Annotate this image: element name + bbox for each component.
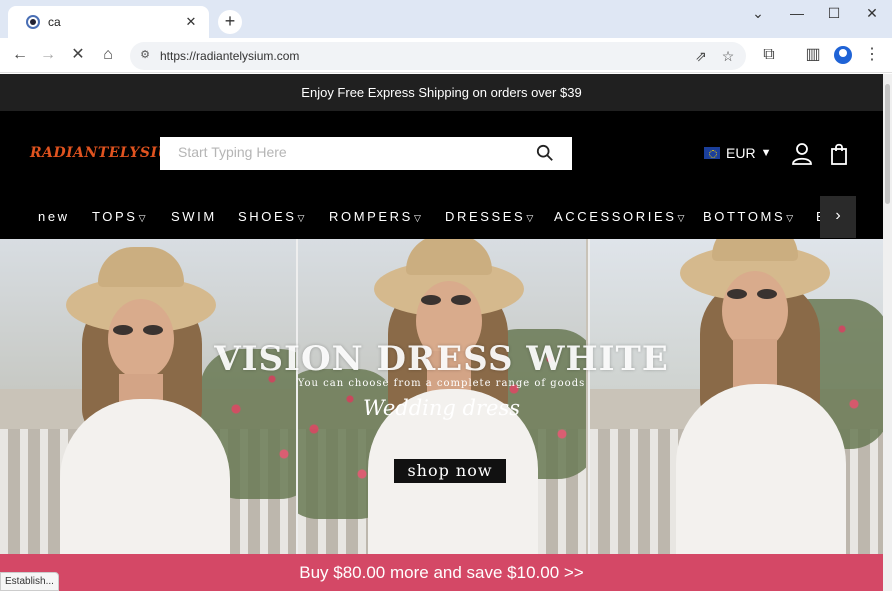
chevron-down-icon: ▽ [297,213,305,223]
tab-search-chevron-icon[interactable]: ⌄ [746,4,770,24]
main-navigation: new TOPS▽ SWIM SHOES▽ ROMPERS▽ DRESSES▽ … [0,194,883,239]
shop-now-button[interactable]: shop now [394,459,506,483]
maximize-button[interactable]: ☐ [822,4,846,24]
chevron-down-icon: ▽ [138,213,146,223]
address-bar[interactable]: ⚙ https://radiantelysium.com ⇗ ☆ [130,42,746,70]
nav-item-new[interactable]: new [38,209,70,224]
promo-banner[interactable]: Buy $80.00 more and save $10.00 >> [0,554,883,591]
account-icon[interactable] [792,143,812,165]
new-tab-button[interactable]: + [218,10,242,34]
hero-script-text: Wedding dress [362,396,520,420]
nav-item-shoes[interactable]: SHOES▽ [238,209,304,224]
minimize-button[interactable]: — [785,4,809,24]
nav-item-rompers[interactable]: ROMPERS▽ [329,209,421,224]
url-text[interactable]: https://radiantelysium.com [160,49,299,63]
forward-arrow-icon[interactable]: → [36,44,60,66]
tab-close-icon[interactable]: ✕ [183,14,199,30]
nav-label: SHOES [238,209,297,224]
stop-loading-icon[interactable]: ✕ [66,44,90,66]
share-icon[interactable]: ⇗ [692,47,710,65]
chevron-down-icon: ▽ [413,213,421,223]
site-favicon-icon [26,15,40,29]
site-header: RADIANTELYSIUM EUR ▼ [0,111,883,194]
chevron-right-icon: › [835,207,841,224]
nav-label: new [38,209,70,224]
shopping-bag-icon[interactable] [829,143,849,165]
hero-text-block: VISION DRESS WHITE [0,339,883,379]
currency-label: EUR [726,145,756,161]
browser-tab[interactable]: ca ✕ [8,6,209,38]
chevron-down-icon: ▼ [760,147,772,159]
scrollbar-thumb[interactable] [885,84,890,204]
nav-item-accessories[interactable]: ACCESSORIES▽ [554,209,684,224]
side-panel-icon[interactable]: ▥ [801,44,825,66]
hero-title: VISION DRESS WHITE [214,339,669,379]
page-scrollbar[interactable] [883,74,892,591]
currency-selector[interactable]: EUR ▼ [704,145,771,161]
nav-label: SWIM [171,209,217,224]
back-arrow-icon[interactable]: ← [8,44,32,66]
search-icon[interactable] [536,144,554,162]
eu-flag-icon [704,147,720,159]
nav-item-tops[interactable]: TOPS▽ [92,209,145,224]
nav-item-dresses[interactable]: DRESSES▽ [445,209,533,224]
nav-label: DRESSES [445,209,526,224]
chevron-down-icon: ▽ [677,213,685,223]
tab-title: ca [48,15,61,29]
nav-scroll-right-button[interactable]: › [820,196,856,238]
nav-item-bottoms[interactable]: BOTTOMS▽ [703,209,793,224]
site-info-icon[interactable]: ⚙ [138,48,152,62]
web-page: Enjoy Free Express Shipping on orders ov… [0,74,883,591]
profile-avatar[interactable] [834,46,852,64]
chevron-down-icon: ▽ [526,213,534,223]
window-close-button[interactable]: ✕ [860,4,884,24]
nav-label: ROMPERS [329,209,413,224]
browser-toolbar: ← → ✕ ⌂ ⚙ https://radiantelysium.com ⇗ ☆… [0,38,892,73]
browser-menu-icon[interactable]: ⋮ [860,44,884,66]
nav-label: ACCESSORIES [554,209,677,224]
bookmark-star-icon[interactable]: ☆ [719,47,737,65]
nav-label: BOTTOMS [703,209,786,224]
hero-subtitle: You can choose from a complete range of … [297,378,586,389]
announcement-bar: Enjoy Free Express Shipping on orders ov… [0,74,883,111]
status-bubble: Establish... [0,572,59,591]
chevron-down-icon: ▽ [786,213,794,223]
home-icon[interactable]: ⌂ [96,44,120,66]
search-box[interactable] [160,137,572,170]
nav-item-swim[interactable]: SWIM [171,209,217,224]
nav-label: TOPS [92,209,138,224]
hero-banner[interactable]: VISION DRESS WHITE You can choose from a… [0,239,883,554]
search-input[interactable] [178,144,518,160]
extensions-icon[interactable]: ⧉ [757,44,781,66]
browser-tab-strip: ca ✕ + ⌄ — ☐ ✕ [0,0,892,38]
